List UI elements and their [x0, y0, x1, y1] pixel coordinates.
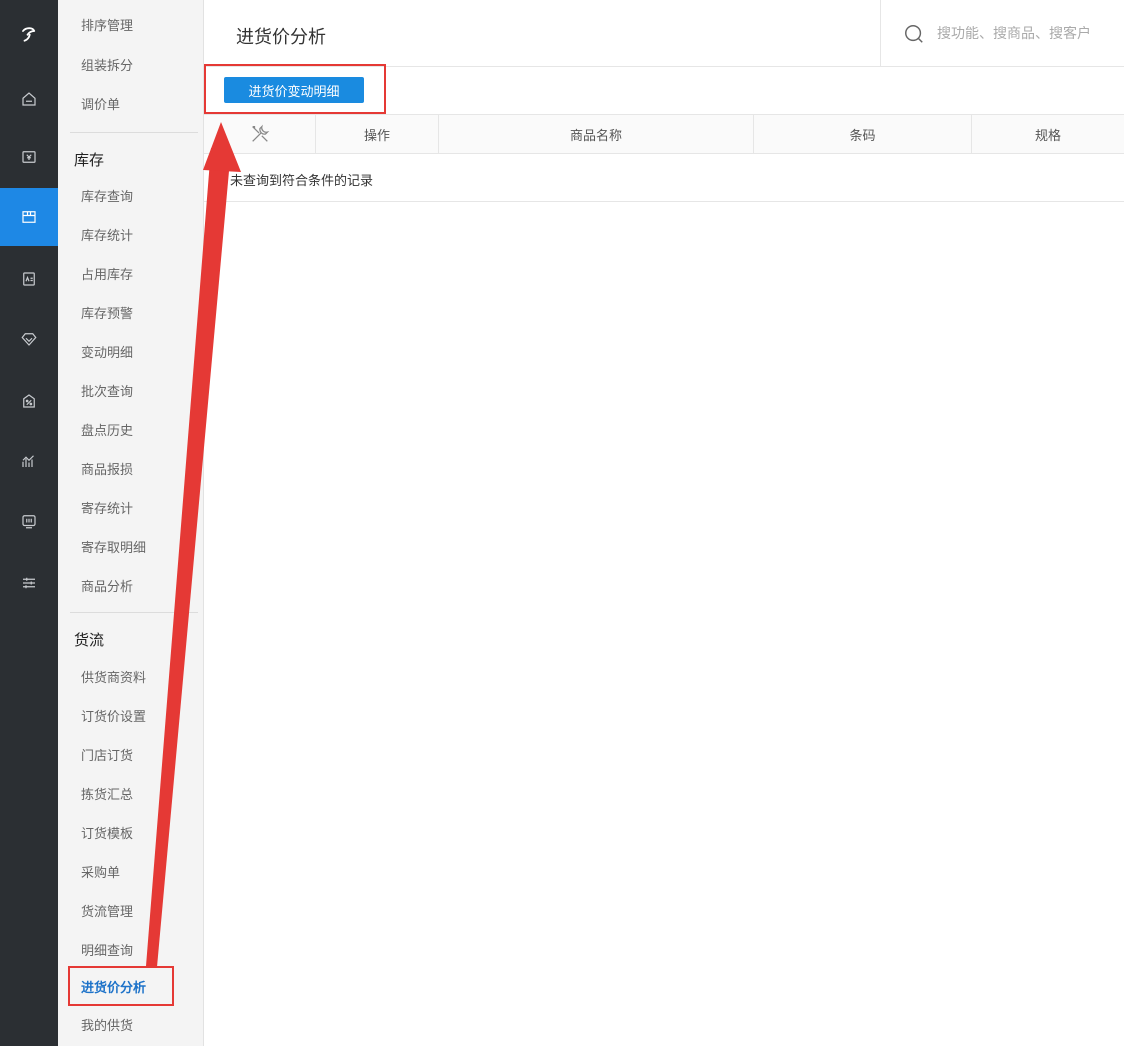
menu-item-occupied-inventory[interactable]: 占用库存 [81, 267, 133, 285]
column-settings-button[interactable] [204, 115, 316, 153]
purchase-price-change-detail-button[interactable]: 进货价变动明细 [224, 77, 364, 103]
menu-item-order-template[interactable]: 订货模板 [81, 826, 133, 844]
menu-item-order-price-setting[interactable]: 订货价设置 [81, 709, 146, 727]
column-header-product-name[interactable]: 商品名称 [439, 115, 754, 153]
search-icon [905, 24, 923, 43]
page-title: 进货价分析 [236, 27, 326, 48]
menu-item-detail-query[interactable]: 明细查询 [81, 943, 133, 961]
table-header: 操作 商品名称 条码 规格 [204, 114, 1124, 154]
results-table: 操作 商品名称 条码 规格 未查询到符合条件的记录 [204, 114, 1124, 202]
menu-item-inventory-stats[interactable]: 库存统计 [81, 228, 133, 246]
icon-rail [0, 0, 58, 1046]
menu-item-store-order[interactable]: 门店订货 [81, 748, 133, 766]
menu-item-my-supply[interactable]: 我的供货 [81, 1018, 133, 1036]
column-header-barcode[interactable]: 条码 [754, 115, 972, 153]
empty-row: 未查询到符合条件的记录 [204, 154, 1124, 202]
device-icon[interactable] [0, 498, 58, 544]
search-input[interactable] [937, 25, 1107, 42]
tools-icon [251, 124, 269, 142]
menu-item-damage-report[interactable]: 商品报损 [81, 462, 133, 480]
menu-divider [70, 132, 198, 133]
diamond-icon[interactable] [0, 316, 58, 362]
settings-sliders-icon[interactable] [0, 560, 58, 606]
menu-item-inventory-query[interactable]: 库存查询 [81, 189, 133, 207]
menu-item-picking-summary[interactable]: 拣货汇总 [81, 787, 133, 805]
menu-item-sort-management[interactable]: 排序管理 [81, 18, 133, 36]
member-card-icon[interactable] [0, 256, 58, 302]
menu-item-purchase-order[interactable]: 采购单 [81, 865, 120, 883]
menu-item-inventory-alert[interactable]: 库存预警 [81, 306, 133, 324]
menu-item-assembly-split[interactable]: 组装拆分 [81, 58, 133, 76]
menu-item-logistics-management[interactable]: 货流管理 [81, 904, 133, 922]
logo-icon[interactable] [0, 10, 58, 58]
menu-item-batch-query[interactable]: 批次查询 [81, 384, 133, 402]
home-icon[interactable] [0, 76, 58, 122]
menu-heading-inventory: 库存 [74, 151, 105, 169]
menu-item-stocktake-history[interactable]: 盘点历史 [81, 423, 133, 441]
search-bar[interactable] [880, 0, 1124, 67]
inventory-icon[interactable] [0, 188, 58, 246]
empty-message: 未查询到符合条件的记录 [230, 174, 374, 189]
menu-divider [70, 612, 198, 613]
report-chart-icon[interactable] [0, 438, 58, 484]
menu-item-price-adjustment[interactable]: 调价单 [81, 97, 120, 115]
promotion-icon[interactable] [0, 378, 58, 424]
column-header-actions: 操作 [316, 115, 439, 153]
money-icon[interactable] [0, 134, 58, 180]
menu-item-change-detail[interactable]: 变动明细 [81, 345, 133, 363]
submenu: 排序管理 组装拆分 调价单 库存 库存查询 库存统计 占用库存 库存预警 变动明… [58, 0, 204, 1046]
column-header-spec[interactable]: 规格 [972, 115, 1124, 153]
menu-item-product-analysis[interactable]: 商品分析 [81, 579, 133, 597]
menu-item-deposit-stats[interactable]: 寄存统计 [81, 501, 133, 519]
menu-item-deposit-detail[interactable]: 寄存取明细 [81, 540, 146, 558]
menu-item-purchase-price-analysis[interactable]: 进货价分析 [81, 977, 146, 996]
menu-item-supplier-info[interactable]: 供货商资料 [81, 670, 146, 688]
page-header: 进货价分析 [204, 0, 1124, 67]
menu-heading-logistics: 货流 [74, 631, 105, 649]
